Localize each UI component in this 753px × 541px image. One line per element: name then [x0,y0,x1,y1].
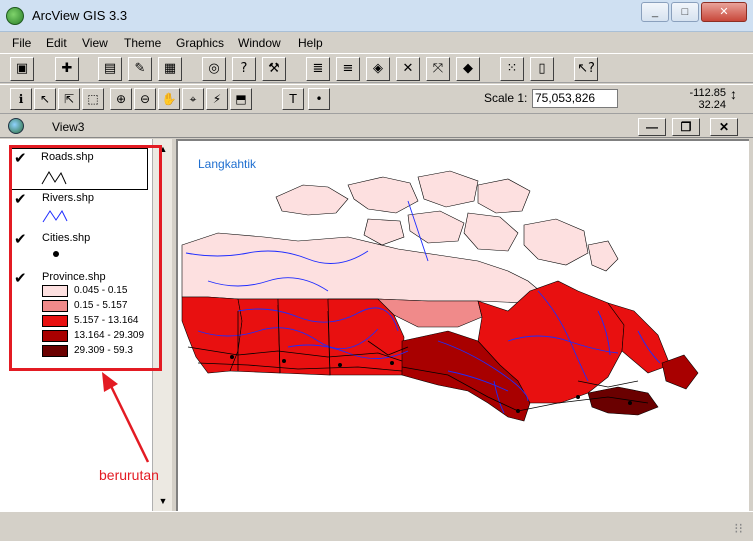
scroll-down-arrow-icon[interactable]: ▼ [155,493,171,509]
zoom-active-icon[interactable]: ⤧ [426,57,450,81]
minimize-button[interactable]: _ [641,2,669,22]
coord-y: 32.24 [698,99,726,111]
menu-bar: File Edit View Theme Graphics Window Hel… [0,33,753,53]
menu-window[interactable]: Window [238,36,281,50]
updown-arrow-icon: ↕ [730,86,737,102]
help-icon[interactable]: ↖? [574,57,598,81]
view-restore-button[interactable]: ❐ [672,118,700,136]
query-icon[interactable]: ≡ [336,57,360,81]
zoom-selected-icon[interactable]: ⁙ [500,57,524,81]
theme-properties-icon[interactable]: ▤ [98,57,122,81]
view-globe-icon [8,118,24,134]
maximize-button[interactable]: □ [671,2,699,22]
text-icon[interactable]: T [282,88,304,110]
menu-graphics[interactable]: Graphics [176,36,224,50]
canada-map [181,170,699,422]
map-label: Langkahtik [198,157,257,171]
window-title: ArcView GIS 3.3 [32,8,128,23]
measure-icon[interactable]: ⌖ [182,88,204,110]
find-icon[interactable]: ◎ [202,57,226,81]
zoom-previous-icon[interactable]: ◆ [456,57,480,81]
hammer-icon[interactable]: ⚒ [262,57,286,81]
add-theme-icon[interactable]: ✚ [55,57,79,81]
select-feature-icon[interactable]: ⬚ [82,88,104,110]
draw-point-icon[interactable]: • [308,88,330,110]
coordinate-readout: -112.85 32.24 [660,87,727,111]
title-bar: ArcView GIS 3.3 _ □ ✕ [0,0,753,32]
close-button[interactable]: ✕ [701,2,747,22]
view-title-bar: View3 — ❐ ✕ [0,116,753,138]
view-minimize-button[interactable]: — [638,118,666,136]
scale-input[interactable]: 75,053,826 [532,89,618,108]
scale-label: Scale 1: [484,91,528,105]
edit-legend-icon[interactable]: ✎ [128,57,152,81]
arcview-globe-icon [6,7,24,25]
area-select-icon[interactable]: ⬒ [230,88,252,110]
vertex-edit-icon[interactable]: ⇱ [58,88,80,110]
menu-theme[interactable]: Theme [124,36,161,50]
pan-icon[interactable]: ✋ [158,88,180,110]
select-all-icon[interactable]: ◈ [366,57,390,81]
map-display[interactable] [176,139,749,511]
view-close-button[interactable]: ✕ [710,118,738,136]
locate-icon[interactable]: ? [232,57,256,81]
zoom-in-icon[interactable]: ⊕ [110,88,132,110]
identify-icon[interactable]: ℹ [10,88,32,110]
view-title: View3 [52,120,85,134]
zoom-full-icon[interactable]: ✕ [396,57,420,81]
window-controls: _ □ ✕ [641,2,747,22]
status-bar: ⁝⁝ [0,511,753,541]
hot-link-icon[interactable]: ⚡ [206,88,228,110]
button-bar: ▣ ✚ ▤ ✎ ▦ ◎ ? ⚒ ≣ ≡ ◈ ✕ ⤧ ◆ ⁙ ▯ ↖? [0,53,753,83]
coord-x: -112.85 [689,87,727,99]
zoom-out-icon[interactable]: ⊖ [134,88,156,110]
menu-help[interactable]: Help [298,36,323,50]
resize-grip-icon[interactable]: ⁝⁝ [734,520,743,537]
tool-bar: ℹ ↖ ⇱ ⬚ ⊕ ⊖ ✋ ⌖ ⚡ ⬒ T • Scale 1: 75,053,… [0,84,753,114]
annotation-arrow [102,372,150,463]
menu-view[interactable]: View [82,36,108,50]
open-table-icon[interactable]: ▦ [158,57,182,81]
menu-edit[interactable]: Edit [46,36,67,50]
save-icon[interactable]: ▣ [10,57,34,81]
legend-highlight-box [9,145,162,371]
select-by-theme-icon[interactable]: ≣ [306,57,330,81]
annotation-label: berurutan [99,467,159,483]
layout-icon[interactable]: ▯ [530,57,554,81]
pointer-icon[interactable]: ↖ [34,88,56,110]
menu-file[interactable]: File [12,36,31,50]
